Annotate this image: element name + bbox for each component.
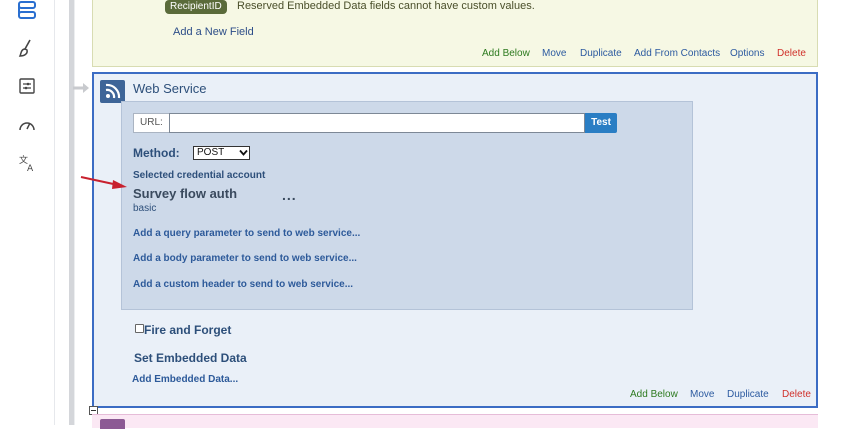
delete-link[interactable]: Delete	[777, 48, 806, 59]
chevron-down-icon	[239, 149, 248, 156]
url-label: URL:	[133, 113, 169, 133]
test-button[interactable]: Test	[585, 113, 617, 133]
dashboard-icon[interactable]	[15, 113, 39, 137]
fire-and-forget-checkbox[interactable]	[135, 324, 144, 333]
add-from-contacts-link[interactable]: Add From Contacts	[634, 48, 720, 59]
survey-options-icon[interactable]	[15, 74, 39, 98]
branch-icon	[100, 419, 125, 429]
flow-connector-arrow-icon	[73, 83, 89, 93]
survey-flow-icon[interactable]	[15, 0, 39, 24]
reserved-field-notice: Reserved Embedded Data fields cannot hav…	[237, 0, 535, 12]
add-new-field-link[interactable]: Add a New Field	[173, 26, 254, 38]
translate-icon[interactable]: 文A	[15, 151, 39, 175]
ws-add-below-link[interactable]: Add Below	[630, 389, 678, 400]
left-nav: 文A	[0, 0, 55, 425]
add-embedded-data-link[interactable]: Add Embedded Data...	[132, 374, 238, 385]
credential-type: basic	[133, 203, 157, 214]
duplicate-link[interactable]: Duplicate	[580, 48, 622, 59]
url-input[interactable]	[169, 113, 585, 133]
flow-rail-shadow	[74, 0, 75, 425]
credential-menu-button[interactable]: ...	[282, 187, 297, 203]
annotation-arrow-icon	[80, 176, 127, 189]
options-link[interactable]: Options	[730, 48, 764, 59]
fire-and-forget-label: Fire and Forget	[144, 323, 232, 337]
add-custom-header-link[interactable]: Add a custom header to send to web servi…	[133, 279, 353, 290]
add-query-parameter-link[interactable]: Add a query parameter to send to web ser…	[133, 228, 360, 239]
credential-name: Survey flow auth	[133, 186, 238, 201]
method-label: Method:	[133, 146, 180, 160]
next-flow-block	[92, 414, 818, 428]
add-body-parameter-link[interactable]: Add a body parameter to send to web serv…	[133, 253, 357, 264]
ws-delete-link[interactable]: Delete	[782, 389, 811, 400]
ws-move-link[interactable]: Move	[690, 389, 714, 400]
svg-text:A: A	[27, 164, 34, 172]
add-below-link[interactable]: Add Below	[482, 48, 530, 59]
recipient-id-badge: RecipientID	[165, 0, 227, 14]
move-link[interactable]: Move	[542, 48, 566, 59]
credential-label: Selected credential account	[133, 170, 266, 181]
rss-icon	[100, 80, 125, 103]
look-and-feel-icon[interactable]	[15, 36, 39, 60]
ws-duplicate-link[interactable]: Duplicate	[727, 389, 769, 400]
set-embedded-data-heading: Set Embedded Data	[134, 351, 247, 365]
web-service-title: Web Service	[133, 81, 207, 96]
